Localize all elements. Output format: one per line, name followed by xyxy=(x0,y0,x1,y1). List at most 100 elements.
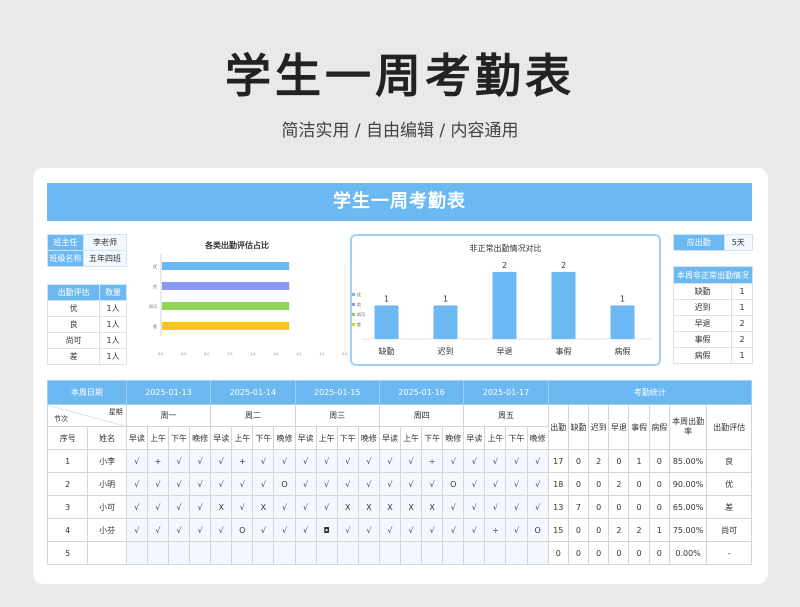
attendance-mark[interactable]: ÷ xyxy=(484,518,507,542)
attendance-mark[interactable]: + xyxy=(146,449,169,473)
attendance-mark[interactable]: √ xyxy=(421,472,444,496)
attendance-mark[interactable]: √ xyxy=(442,518,465,542)
attendance-mark[interactable]: √ xyxy=(189,472,212,496)
attendance-mark[interactable] xyxy=(505,541,528,565)
attendance-mark[interactable]: √ xyxy=(505,472,528,496)
attendance-mark[interactable] xyxy=(336,541,359,565)
attendance-mark[interactable]: O xyxy=(273,472,296,496)
attendance-mark[interactable] xyxy=(526,541,549,565)
attendance-mark[interactable]: √ xyxy=(400,449,423,473)
attendance-mark[interactable]: √ xyxy=(526,449,549,473)
attendance-mark[interactable]: √ xyxy=(315,495,338,519)
attendance-mark[interactable]: √ xyxy=(484,449,507,473)
attendance-mark[interactable]: √ xyxy=(357,518,380,542)
attendance-mark[interactable]: √ xyxy=(252,449,275,473)
abnormal-count[interactable]: 2 xyxy=(731,315,753,332)
attendance-mark[interactable]: X xyxy=(336,495,359,519)
student-name[interactable]: 小芬 xyxy=(87,518,127,542)
attendance-mark[interactable]: ÷ xyxy=(421,449,444,473)
attendance-mark[interactable]: √ xyxy=(315,472,338,496)
attendance-mark[interactable]: √ xyxy=(125,449,148,473)
attendance-mark[interactable]: √ xyxy=(167,472,191,496)
attendance-mark[interactable] xyxy=(442,541,465,565)
attendance-mark[interactable] xyxy=(167,541,191,565)
eval-count[interactable]: 1人 xyxy=(99,300,127,317)
attendance-mark[interactable]: √ xyxy=(463,518,486,542)
attendance-mark[interactable] xyxy=(315,541,338,565)
attendance-mark[interactable] xyxy=(273,541,296,565)
abnormal-count[interactable]: 2 xyxy=(731,331,753,348)
student-name[interactable]: 小可 xyxy=(87,495,127,519)
attendance-mark[interactable]: X xyxy=(252,495,275,519)
attendance-mark[interactable]: √ xyxy=(336,518,359,542)
attendance-mark[interactable]: √ xyxy=(357,472,380,496)
attendance-mark[interactable] xyxy=(400,541,423,565)
attendance-mark[interactable]: √ xyxy=(273,518,296,542)
attendance-mark[interactable]: √ xyxy=(484,472,507,496)
attendance-mark[interactable]: √ xyxy=(210,472,233,496)
attendance-mark[interactable]: X xyxy=(210,495,233,519)
eval-count[interactable]: 1人 xyxy=(99,332,127,349)
attendance-mark[interactable]: √ xyxy=(231,472,254,496)
abnormal-count[interactable]: 1 xyxy=(731,283,753,300)
attendance-mark[interactable]: √ xyxy=(505,449,528,473)
abnormal-count[interactable]: 1 xyxy=(731,347,753,364)
attendance-mark[interactable] xyxy=(125,541,148,565)
attendance-mark[interactable]: √ xyxy=(167,495,191,519)
attendance-mark[interactable] xyxy=(189,541,212,565)
student-name[interactable]: 小李 xyxy=(87,449,127,473)
attendance-mark[interactable]: √ xyxy=(400,472,423,496)
attendance-mark[interactable]: √ xyxy=(294,495,317,519)
attendance-mark[interactable]: X xyxy=(357,495,380,519)
attendance-mark[interactable]: √ xyxy=(505,518,528,542)
attendance-mark[interactable] xyxy=(210,541,233,565)
attendance-mark[interactable] xyxy=(357,541,380,565)
attendance-mark[interactable]: X xyxy=(400,495,423,519)
attendance-mark[interactable]: √ xyxy=(378,518,402,542)
attendance-mark[interactable]: √ xyxy=(146,495,169,519)
attendance-mark[interactable]: √ xyxy=(273,449,296,473)
attendance-mark[interactable]: O xyxy=(526,518,549,542)
attendance-mark[interactable]: √ xyxy=(189,449,212,473)
attendance-mark[interactable]: √ xyxy=(125,518,148,542)
abnormal-count[interactable]: 1 xyxy=(731,299,753,316)
attendance-mark[interactable]: √ xyxy=(442,495,465,519)
attendance-mark[interactable]: √ xyxy=(526,495,549,519)
attendance-mark[interactable]: √ xyxy=(146,472,169,496)
required-days-value[interactable]: 5天 xyxy=(723,234,754,251)
attendance-mark[interactable]: √ xyxy=(125,472,148,496)
attendance-mark[interactable]: √ xyxy=(336,449,359,473)
student-name[interactable] xyxy=(87,541,127,565)
class-value[interactable]: 五年四班 xyxy=(83,250,127,267)
attendance-mark[interactable] xyxy=(463,541,486,565)
teacher-value[interactable]: 李老师 xyxy=(83,234,127,251)
attendance-mark[interactable]: √ xyxy=(463,449,486,473)
attendance-mark[interactable]: √ xyxy=(315,449,338,473)
attendance-mark[interactable]: √ xyxy=(378,449,402,473)
attendance-mark[interactable]: √ xyxy=(167,449,191,473)
attendance-mark[interactable]: √ xyxy=(231,495,254,519)
attendance-mark[interactable]: √ xyxy=(125,495,148,519)
attendance-mark[interactable]: √ xyxy=(421,518,444,542)
evaluation-bar-chart[interactable]: 各类出勤评估占比 优良尚可差 0人 0人 0人 1人 1人 1人 1人 1人 2人优良尚可差 xyxy=(137,234,367,364)
attendance-mark[interactable]: √ xyxy=(526,472,549,496)
attendance-mark[interactable] xyxy=(484,541,507,565)
attendance-mark[interactable] xyxy=(146,541,169,565)
attendance-mark[interactable]: √ xyxy=(442,449,465,473)
attendance-mark[interactable]: √ xyxy=(336,472,359,496)
attendance-mark[interactable]: √ xyxy=(252,518,275,542)
attendance-mark[interactable]: √ xyxy=(210,518,233,542)
attendance-mark[interactable]: √ xyxy=(146,518,169,542)
eval-count[interactable]: 1人 xyxy=(99,348,127,365)
attendance-mark[interactable]: √ xyxy=(463,495,486,519)
attendance-mark[interactable]: O xyxy=(442,472,465,496)
attendance-mark[interactable]: √ xyxy=(400,518,423,542)
attendance-mark[interactable]: √ xyxy=(189,495,212,519)
attendance-mark[interactable]: + xyxy=(231,449,254,473)
attendance-mark[interactable]: ◘ xyxy=(315,518,338,542)
eval-count[interactable]: 1人 xyxy=(99,316,127,333)
attendance-mark[interactable]: √ xyxy=(357,449,380,473)
attendance-mark[interactable]: X xyxy=(378,495,402,519)
attendance-mark[interactable] xyxy=(294,541,317,565)
attendance-mark[interactable]: √ xyxy=(210,449,233,473)
